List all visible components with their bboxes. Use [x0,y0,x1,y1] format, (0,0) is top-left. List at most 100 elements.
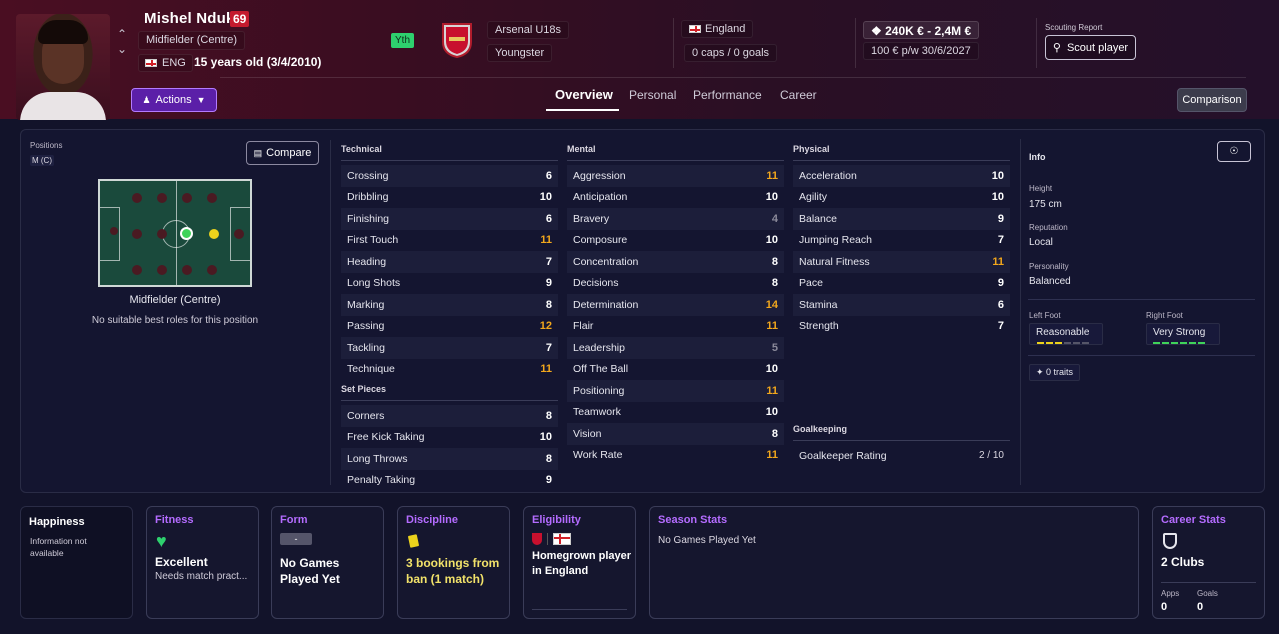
england-flag-icon [689,25,701,33]
chevron-up-icon[interactable]: ⌃ [116,28,128,40]
positions-label: Positions [30,141,63,150]
position-dot[interactable] [157,265,167,275]
attribute-row[interactable]: Vision 8 [567,423,784,445]
attribute-row[interactable]: Marking 8 [341,294,558,316]
attribute-row[interactable]: Bravery 4 [567,208,784,230]
tab-overview[interactable]: Overview [555,87,613,102]
arsenal-crest-icon[interactable] [441,22,473,58]
attribute-row[interactable]: Balance 9 [793,208,1010,230]
position-dot[interactable] [207,265,217,275]
attribute-value: 6 [545,169,552,182]
happiness-card[interactable]: Happiness Information not available [20,506,133,619]
attribute-row[interactable]: Tackling 7 [341,337,558,359]
attribute-row[interactable]: Natural Fitness 11 [793,251,1010,273]
attribute-row[interactable]: Finishing 6 [341,208,558,230]
youth-badge: Yth [391,33,415,48]
attribute-row[interactable]: Penalty Taking 9 [341,470,558,492]
chevron-down-icon[interactable]: ⌄ [116,43,128,55]
attribute-row[interactable]: Aggression 11 [567,165,784,187]
attribute-row[interactable]: Corners 8 [341,405,558,427]
fitness-card[interactable]: Fitness ♥ Excellent Needs match pract... [146,506,259,619]
attribute-row[interactable]: Composure 10 [567,230,784,252]
active-tab-indicator [546,109,619,111]
tab-career[interactable]: Career [780,88,817,102]
tab-performance[interactable]: Performance [693,88,762,102]
position-dot-natural[interactable] [180,227,193,240]
attribute-row[interactable]: Leadership 5 [567,337,784,359]
season-stats-card[interactable]: Season Stats No Games Played Yet [649,506,1139,619]
attribute-row[interactable]: Pace 9 [793,273,1010,295]
position-dot[interactable] [132,265,142,275]
attribute-row[interactable]: Agility 10 [793,187,1010,209]
international-chip[interactable]: England [681,20,754,38]
scout-player-button[interactable]: ⚲ Scout player [1045,35,1136,60]
position-dot[interactable] [132,229,142,239]
position-dot[interactable] [207,193,217,203]
attribute-row[interactable]: Jumping Reach 7 [793,230,1010,252]
attribute-value: 9 [997,277,1004,290]
attribute-name: Decisions [573,277,619,290]
attribute-row[interactable]: Work Rate 11 [567,445,784,467]
person-settings-button[interactable]: ☉ [1217,141,1251,162]
foot-strength-bar [1153,342,1160,344]
position-dot[interactable] [157,229,167,239]
traits-chip[interactable]: ✦ 0 traits [1029,364,1081,381]
attribute-name: Composure [573,234,628,247]
attribute-row[interactable]: Off The Ball 10 [567,359,784,381]
attribute-row[interactable]: Flair 11 [567,316,784,338]
actions-button[interactable]: ♟ Actions ▼ [131,88,217,112]
international-country: England [705,23,746,35]
form-card[interactable]: Form - No Games Played Yet [271,506,384,619]
attribute-value: 8 [771,277,778,290]
position-dot-competent[interactable] [209,229,219,239]
foot-strength-bar [1171,342,1178,344]
position-pitch[interactable] [98,179,252,287]
attribute-row[interactable]: Concentration 8 [567,251,784,273]
attribute-row[interactable]: Long Throws 8 [341,448,558,470]
attribute-row[interactable]: Stamina 6 [793,294,1010,316]
goalkeeper-rating-value: 2 / 10 [978,450,1004,462]
attribute-value: 9 [545,277,552,290]
discipline-card[interactable]: Discipline 3 bookings from ban (1 match) [397,506,510,619]
position-dot[interactable] [182,265,192,275]
attribute-row[interactable]: Long Shots 9 [341,273,558,295]
sparkle-icon: ✦ [1036,367,1047,377]
attribute-row[interactable]: Crossing 6 [341,165,558,187]
attribute-row[interactable]: First Touch 11 [341,230,558,252]
attribute-row[interactable]: Acceleration 10 [793,165,1010,187]
form-badge: - [280,533,312,545]
position-dot[interactable] [132,193,142,203]
attribute-value: 4 [771,212,778,225]
compare-icon: ▤ [253,147,263,158]
position-dot[interactable] [110,227,118,235]
info-divider [1028,299,1255,300]
attribute-row[interactable]: Decisions 8 [567,273,784,295]
compare-button[interactable]: ▤ Compare [246,141,319,165]
foot-strength-bar [1037,342,1044,344]
attribute-name: Crossing [347,169,389,182]
position-chip: Midfielder (Centre) [138,31,246,50]
attribute-row[interactable]: Positioning 11 [567,380,784,402]
attribute-row[interactable]: Free Kick Taking 10 [341,427,558,449]
attribute-value: 11 [766,320,778,333]
attribute-value: 8 [771,427,778,440]
attribute-row[interactable]: Dribbling 10 [341,187,558,209]
attribute-row[interactable]: Heading 7 [341,251,558,273]
position-dot[interactable] [234,229,244,239]
tab-personal[interactable]: Personal [629,88,676,102]
attribute-row[interactable]: Technique 11 [341,359,558,381]
position-dot[interactable] [182,193,192,203]
comparison-button[interactable]: Comparison [1177,88,1247,112]
attribute-row[interactable]: Passing 12 [341,316,558,338]
club-team-chip[interactable]: Arsenal U18s [487,21,570,39]
eligibility-card[interactable]: Eligibility Homegrown player in England [523,506,636,619]
attribute-row[interactable]: Strength 7 [793,316,1010,338]
personality-value: Balanced [1029,276,1071,287]
attribute-name: Off The Ball [573,363,629,376]
attribute-row[interactable]: Determination 14 [567,294,784,316]
attribute-row[interactable]: Teamwork 10 [567,402,784,424]
career-stats-card[interactable]: Career Stats 2 Clubs Apps 0 Goals 0 [1152,506,1265,619]
position-dot[interactable] [157,193,167,203]
attribute-row[interactable]: Anticipation 10 [567,187,784,209]
attribute-value: 8 [545,409,552,422]
